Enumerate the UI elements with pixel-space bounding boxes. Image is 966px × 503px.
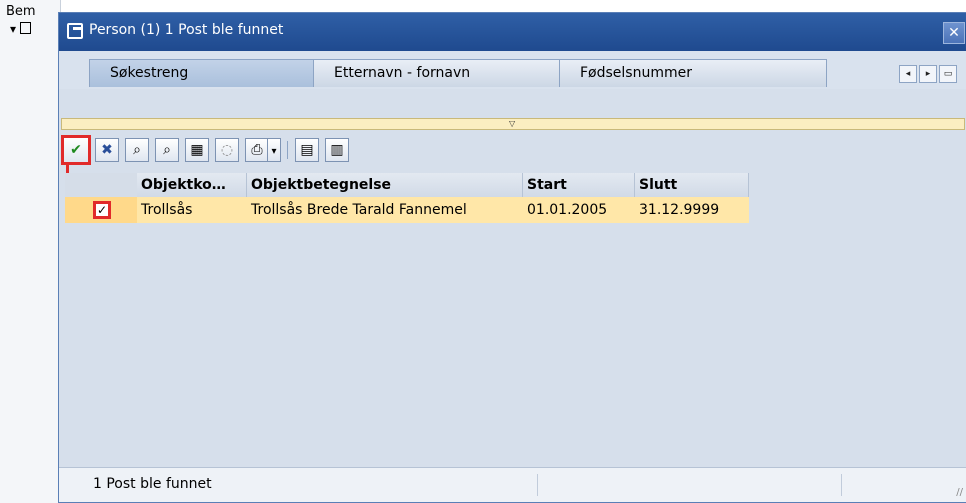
tab-label: Fødselsnummer <box>580 65 692 81</box>
tab-etternavn-fornavn[interactable]: Etternavn - fornavn <box>313 59 565 87</box>
grid-header: Objektko… Objektbetegnelse Start Slutt <box>65 173 749 197</box>
find-next-button[interactable]: ⌕ <box>155 138 179 162</box>
tab-strip: Søkestreng Etternavn - fornavn Fødselsnu… <box>59 51 966 89</box>
status-bar: 1 Post ble funnet // <box>59 467 966 502</box>
close-icon[interactable]: ✕ <box>943 22 965 44</box>
column-header-objektbetegnelse[interactable]: Objektbetegnelse <box>247 173 523 197</box>
cell-slutt: 31.12.9999 <box>639 202 720 218</box>
print-button[interactable]: ⎙ <box>245 138 269 162</box>
layout-icon: ▥ <box>330 142 344 158</box>
cell-objektbetegnelse: Trollsås Brede Tarald Fannemel <box>251 202 467 218</box>
background-panel: Bem ▾ <box>0 0 61 503</box>
tab-navigation: ◂ ▸ ▭ <box>897 65 957 85</box>
print-dropdown-icon: ▾ <box>271 146 277 157</box>
expand-triangle-icon[interactable]: ▽ <box>509 119 515 128</box>
window-icon <box>67 23 83 39</box>
column-header-start[interactable]: Start <box>523 173 635 197</box>
tab-label: Etternavn - fornavn <box>334 65 471 81</box>
confirm-check-button[interactable]: ✔ <box>61 135 91 165</box>
tab-label: Søkestreng <box>110 65 189 81</box>
search-criteria-collapse-bar[interactable]: ▽ <box>61 118 965 130</box>
checkmark-icon: ✓ <box>96 203 108 217</box>
layout-button[interactable]: ▥ <box>325 138 349 162</box>
row-checkbox[interactable]: ✓ <box>93 201 111 219</box>
status-text: 1 Post ble funnet <box>93 476 212 492</box>
filter-icon: ▦ <box>190 142 204 158</box>
dialog-titlebar[interactable]: Person (1) 1 Post ble funnet ✕ <box>59 13 966 51</box>
resize-grip-icon[interactable]: // <box>956 487 963 498</box>
result-toolbar: ✔ ✖ ⌕ ⌕ ▦ ◌ ⎙ ▾ ▤ ▥ <box>61 135 965 165</box>
column-header-objektkode[interactable]: Objektko… <box>137 173 247 197</box>
tree-expand-icon[interactable]: ▾ <box>10 22 16 36</box>
find-binoculars-icon: ⌕ <box>133 142 141 158</box>
export-icon: ▤ <box>300 142 314 158</box>
cell-start: 01.01.2005 <box>527 202 608 218</box>
column-header-slutt[interactable]: Slutt <box>635 173 749 197</box>
status-divider <box>841 474 842 496</box>
tab-list-icon[interactable]: ▭ <box>939 65 957 83</box>
background-tree-node[interactable]: ▾ <box>10 22 32 36</box>
tab-sokestreng[interactable]: Søkestreng <box>89 59 319 87</box>
tab-scroll-right-icon[interactable]: ▸ <box>919 65 937 83</box>
help-button[interactable]: ◌ <box>215 138 239 162</box>
status-divider <box>537 474 538 496</box>
cell-objektkode: Trollsås <box>141 202 193 218</box>
dialog-title: Person (1) 1 Post ble funnet <box>89 22 284 38</box>
tree-node-box-icon <box>20 22 32 34</box>
row-selector[interactable]: ✓ <box>65 197 137 223</box>
person-search-dialog: Person (1) 1 Post ble funnet ✕ Søkestren… <box>58 12 966 503</box>
background-header-text: Bem <box>6 4 36 19</box>
find-button[interactable]: ⌕ <box>125 138 149 162</box>
result-grid: Objektko… Objektbetegnelse Start Slutt ✓… <box>65 173 749 223</box>
export-button[interactable]: ▤ <box>295 138 319 162</box>
confirm-check-icon: ✔ <box>70 142 82 158</box>
cancel-button[interactable]: ✖ <box>95 138 119 162</box>
toolbar-separator <box>287 141 288 159</box>
cancel-x-icon: ✖ <box>101 142 113 158</box>
print-icon: ⎙ <box>251 142 263 158</box>
table-row[interactable]: ✓ Trollsås Trollsås Brede Tarald Fanneme… <box>65 197 749 223</box>
filter-button[interactable]: ▦ <box>185 138 209 162</box>
print-dropdown-button[interactable]: ▾ <box>267 138 281 162</box>
find-next-binoculars-icon: ⌕ <box>163 142 171 158</box>
tab-fodselsnummer[interactable]: Fødselsnummer <box>559 59 827 87</box>
tab-scroll-left-icon[interactable]: ◂ <box>899 65 917 83</box>
help-info-icon: ◌ <box>220 142 234 158</box>
